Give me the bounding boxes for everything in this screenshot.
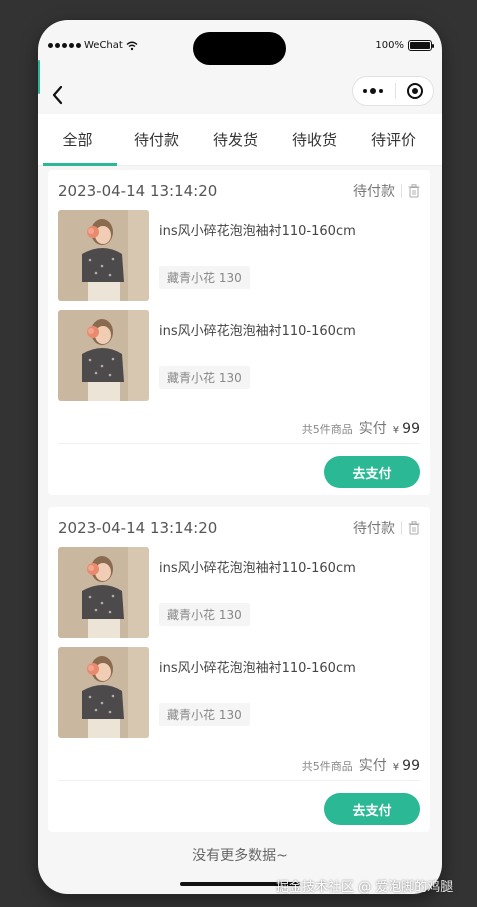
order-tabs: 全部 待付款 待发货 待收货 待评价	[38, 114, 442, 166]
tab-pending-shipment[interactable]: 待发货	[196, 114, 275, 166]
paid-label: 实付	[358, 421, 387, 437]
order-actions: 去支付	[58, 781, 420, 825]
order-time: 2023-04-14 13:14:20	[58, 182, 218, 200]
carrier-label: WeChat	[84, 40, 123, 51]
order-total: 共5件商品 实付 ¥ 99	[58, 406, 420, 444]
tab-pending-receipt[interactable]: 待收货	[275, 114, 354, 166]
status-right: 100%	[375, 40, 434, 51]
currency-symbol: ¥	[392, 425, 400, 436]
product-photo	[58, 210, 149, 301]
item-info: ins风小碎花泡泡袖衬110-160cm 藏青小花 130	[159, 210, 420, 306]
order-status: 待付款	[353, 521, 395, 537]
product-image[interactable]	[58, 547, 149, 638]
item-info: ins风小碎花泡泡袖衬110-160cm 藏青小花 130	[159, 547, 420, 643]
product-image[interactable]	[58, 647, 149, 738]
order-list: 2023-04-14 13:14:20 待付款 ins风小碎花泡泡袖衬110-1…	[48, 170, 430, 844]
product-photo	[58, 547, 149, 638]
pay-button[interactable]: 去支付	[324, 456, 420, 488]
chevron-left-icon	[52, 85, 63, 105]
more-dots-icon[interactable]	[363, 88, 383, 94]
order-amount: 99	[402, 758, 420, 774]
pay-button[interactable]: 去支付	[324, 793, 420, 825]
product-photo	[58, 310, 149, 401]
dynamic-island	[193, 32, 286, 65]
item-info: ins风小碎花泡泡袖衬110-160cm 藏青小花 130	[159, 310, 420, 406]
order-item[interactable]: ins风小碎花泡泡袖衬110-160cm 藏青小花 130	[58, 206, 420, 306]
battery-icon	[408, 40, 434, 51]
trash-icon[interactable]	[408, 521, 420, 535]
order-item[interactable]: ins风小碎花泡泡袖衬110-160cm 藏青小花 130	[58, 306, 420, 406]
item-info: ins风小碎花泡泡袖衬110-160cm 藏青小花 130	[159, 647, 420, 743]
order-total: 共5件商品 实付 ¥ 99	[58, 743, 420, 781]
paid-label: 实付	[358, 758, 387, 774]
order-card[interactable]: 2023-04-14 13:14:20 待付款 ins风小碎花泡泡袖衬110-1…	[48, 507, 430, 832]
product-sku: 藏青小花 130	[159, 366, 250, 389]
order-actions: 去支付	[58, 444, 420, 488]
product-image[interactable]	[58, 310, 149, 401]
product-sku: 藏青小花 130	[159, 703, 250, 726]
nav-bar	[38, 76, 442, 116]
item-count: 共5件商品	[301, 423, 353, 436]
currency-symbol: ¥	[392, 762, 400, 773]
back-button[interactable]	[44, 82, 70, 108]
product-photo	[58, 647, 149, 738]
order-header-right: 待付款	[353, 181, 420, 201]
item-count: 共5件商品	[301, 760, 353, 773]
battery-percent: 100%	[375, 40, 404, 51]
order-amount: 99	[402, 421, 420, 437]
order-item[interactable]: ins风小碎花泡泡袖衬110-160cm 藏青小花 130	[58, 543, 420, 643]
product-name: ins风小碎花泡泡袖衬110-160cm	[159, 561, 356, 576]
phone-frame: WeChat 100% 全部 待付款 待发货 待收货 待评价 2023-04-1…	[38, 20, 442, 894]
order-header: 2023-04-14 13:14:20 待付款	[58, 170, 420, 206]
tab-pending-payment[interactable]: 待付款	[117, 114, 196, 166]
tab-all[interactable]: 全部	[38, 114, 117, 166]
watermark: 掘金技术社区 @ 爱泡脚的鸡腿	[276, 880, 454, 895]
target-icon[interactable]	[407, 83, 423, 99]
status-left: WeChat	[48, 40, 138, 51]
order-item[interactable]: ins风小碎花泡泡袖衬110-160cm 藏青小花 130	[58, 643, 420, 743]
no-more-data: 没有更多数据~	[192, 848, 288, 864]
signal-icon	[48, 43, 81, 48]
order-time: 2023-04-14 13:14:20	[58, 519, 218, 537]
product-name: ins风小碎花泡泡袖衬110-160cm	[159, 224, 356, 239]
order-card[interactable]: 2023-04-14 13:14:20 待付款 ins风小碎花泡泡袖衬110-1…	[48, 170, 430, 495]
tab-pending-review[interactable]: 待评价	[354, 114, 433, 166]
wifi-icon	[126, 41, 138, 50]
product-name: ins风小碎花泡泡袖衬110-160cm	[159, 324, 356, 339]
product-sku: 藏青小花 130	[159, 603, 250, 626]
header-divider	[401, 184, 402, 198]
order-status: 待付款	[353, 184, 395, 200]
product-sku: 藏青小花 130	[159, 266, 250, 289]
product-image[interactable]	[58, 210, 149, 301]
status-bar: WeChat 100%	[38, 20, 442, 76]
capsule-divider	[394, 83, 396, 99]
header-divider	[401, 521, 402, 535]
order-header: 2023-04-14 13:14:20 待付款	[58, 507, 420, 543]
mini-program-capsule	[352, 76, 434, 106]
order-header-right: 待付款	[353, 518, 420, 538]
trash-icon[interactable]	[408, 184, 420, 198]
product-name: ins风小碎花泡泡袖衬110-160cm	[159, 661, 356, 676]
